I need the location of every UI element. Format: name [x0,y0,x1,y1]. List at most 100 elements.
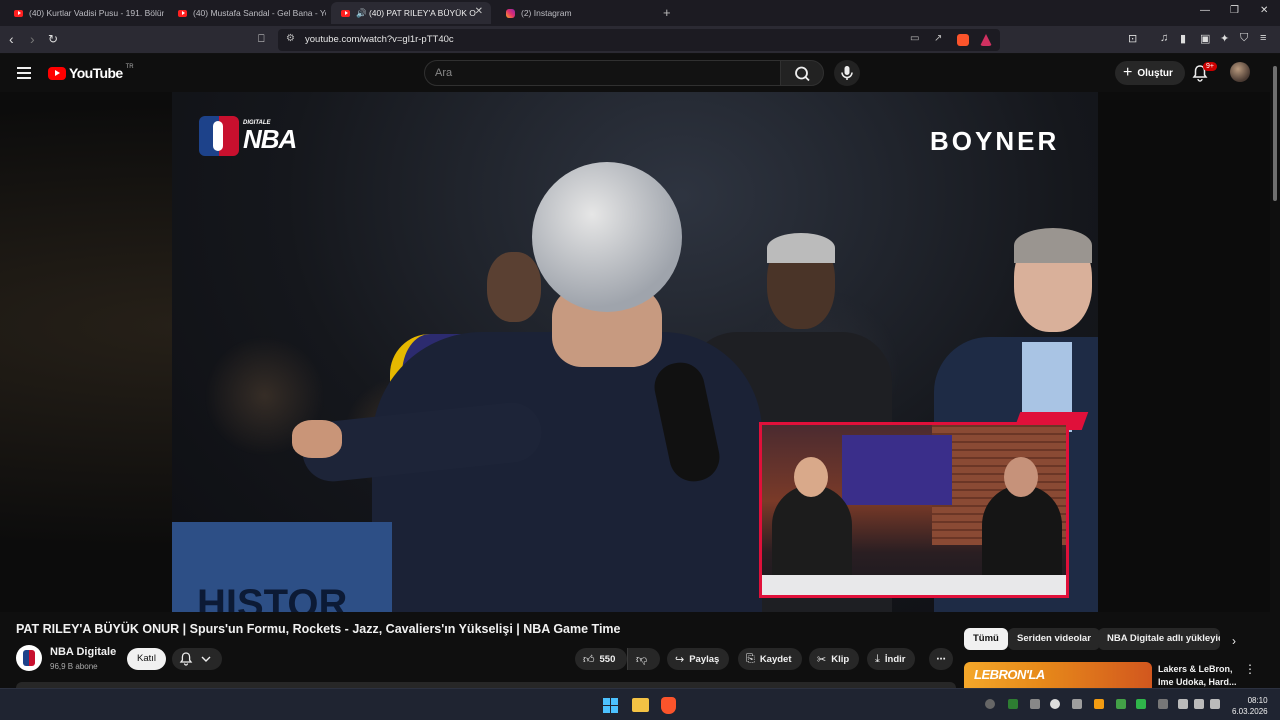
page-scrollbar[interactable] [1270,54,1280,688]
leo-ai-icon[interactable]: ✦ [1220,32,1229,45]
search-input[interactable] [435,67,765,79]
cast-icon[interactable]: ▭ [910,33,919,44]
scissors-icon: ✂ [817,653,827,666]
video-player[interactable]: HISTOR DIGITALE NBA BOYNER [172,92,1098,612]
like-button[interactable]: 👍︎ 550 [575,648,627,670]
brave-rewards-icon[interactable] [980,34,992,46]
scrollbar-thumb[interactable] [1273,66,1277,201]
forward-icon[interactable]: › [30,31,35,47]
tab-title: (2) Instagram [521,8,572,18]
windows-start-icon[interactable] [603,698,618,713]
browser-tab-strip: (40) Kurtlar Vadisi Pusu - 191. Bölüm (4… [0,0,1280,26]
close-tab-icon[interactable]: ✕ [475,6,483,17]
browser-tab[interactable]: (40) Mustafa Sandal - Gel Bana - You [168,2,326,24]
logo-big-text: NBA [243,124,297,154]
instagram-favicon-icon [506,8,515,18]
nba-digitale-logo: DIGITALE NBA [199,116,297,156]
arena-banner: HISTOR [172,522,392,612]
back-icon[interactable]: ‹ [9,31,14,47]
volume-icon[interactable] [1194,699,1204,709]
bookmark-icon[interactable]: ⎕ [258,33,265,46]
tray-app-icon[interactable] [1030,699,1040,709]
youtube-masthead: YouTube TR + Oluştur 9+ [0,54,1270,92]
restore-icon[interactable]: ❐ [1230,5,1239,16]
more-actions-button[interactable]: ⋯ [929,648,953,670]
tray-app-icon[interactable] [1008,699,1018,709]
browser-tab[interactable]: (2) Instagram [496,2,656,24]
browser-tab[interactable]: (40) Kurtlar Vadisi Pusu - 191. Bölüm [4,2,164,24]
guide-menu-icon[interactable] [17,67,31,79]
vpn-icon[interactable]: ⛉ [1240,32,1248,45]
address-bar[interactable]: ⚙ youtube.com/watch?v=gl1r-pTT40c ▭ ↗ [278,29,1000,51]
nba-shield-icon [199,116,239,156]
save-button[interactable]: ⎘ Kaydet [738,648,802,670]
share-button[interactable]: ↪ Paylaş [667,648,730,670]
thumbs-up-icon: 👍︎ [583,653,595,666]
url-text: youtube.com/watch?v=gl1r-pTT40c [305,34,454,45]
bookmark-save-icon: ⎘ [746,652,755,665]
clock-date: 6.03.2026 [1232,707,1268,716]
reload-icon[interactable]: ↻ [48,32,58,46]
tray-app-icon[interactable] [1158,699,1168,709]
chip-series[interactable]: Seriden videolar [1008,628,1100,650]
download-icon: ⤓ [875,652,880,665]
picture-in-picture-studio [759,422,1069,598]
site-info-icon[interactable]: ⚙ [286,33,295,44]
brave-browser-icon[interactable] [661,697,676,714]
clip-button[interactable]: ✂ Klip [809,648,860,670]
search-button[interactable] [780,60,824,86]
create-button[interactable]: + Oluştur [1115,61,1185,85]
tray-app-icon[interactable] [1136,699,1146,709]
close-window-icon[interactable]: ✕ [1260,5,1268,16]
youtube-favicon-icon [14,9,23,17]
channel-name[interactable]: NBA Digitale [50,646,116,658]
download-button[interactable]: ⤓ İndir [867,648,916,670]
tray-app-icon[interactable] [1072,699,1082,709]
chip-all[interactable]: Tümü [964,628,1008,650]
chevron-right-icon[interactable]: › [1232,634,1236,648]
tray-app-icon[interactable] [1094,699,1104,709]
new-tab-icon[interactable]: + [663,5,671,20]
thumbnail-text: LEBRON'LA [974,667,1045,682]
menu-icon[interactable]: ≡ [1260,32,1266,44]
youtube-wordmark: YouTube [69,65,123,81]
network-icon[interactable] [1178,699,1188,709]
sidebar-icon[interactable]: ▮ [1180,32,1186,45]
share-page-icon[interactable]: ↗ [934,33,942,44]
chip-uploader[interactable]: NBA Digitale adlı yükleyici [1098,628,1220,650]
account-avatar[interactable] [1230,62,1250,82]
browser-tab-active[interactable]: 🔊 (40) PAT RILEY'A BÜYÜK ONUR ✕ [331,2,491,24]
tab-title: (40) Kurtlar Vadisi Pusu - 191. Bölüm [29,8,164,18]
more-vertical-icon[interactable]: ⋮ [1244,662,1256,676]
recommended-title[interactable]: Lakers & LeBron, Ime Udoka, Hard... [1158,663,1238,689]
create-label: Oluştur [1137,67,1173,79]
system-clock[interactable]: 08:10 6.03.2026 [1232,695,1268,717]
thumbs-down-icon: 👎︎ [636,653,648,666]
join-button[interactable]: Katıl [127,648,166,670]
like-count: 550 [599,653,616,665]
tab-title: 🔊 (40) PAT RILEY'A BÜYÜK ONUR [356,7,476,18]
video-title: PAT RILEY'A BÜYÜK ONUR | Spurs'un Formu,… [16,622,621,636]
bell-chevron-icon [179,652,211,666]
brave-shields-icon[interactable] [957,34,969,46]
recommended-thumbnail[interactable]: LEBRON'LA [964,662,1152,688]
tray-app-icon[interactable] [985,699,995,709]
country-code: TR [125,64,134,70]
tab-title: (40) Mustafa Sandal - Gel Bana - You [193,8,326,18]
tray-app-icon[interactable] [1116,699,1126,709]
voice-search-button[interactable] [834,60,860,86]
wallet-icon[interactable]: ▣ [1200,32,1210,45]
dislike-button[interactable]: 👎︎ [627,648,660,670]
plus-icon: + [1123,64,1133,81]
media-icon[interactable]: ♫ [1160,32,1168,44]
subscription-bell-button[interactable] [172,648,222,670]
minimize-icon[interactable]: — [1200,5,1210,16]
youtube-logo[interactable]: YouTube TR [48,64,134,81]
channel-avatar[interactable] [16,645,42,671]
video-player-area: HISTOR DIGITALE NBA BOYNER [0,92,1270,612]
search-icon [795,66,810,82]
file-explorer-icon[interactable] [632,698,649,712]
battery-icon[interactable] [1210,699,1220,709]
screenshot-icon[interactable]: ⊡ [1128,32,1137,45]
tray-app-icon[interactable] [1050,699,1060,709]
